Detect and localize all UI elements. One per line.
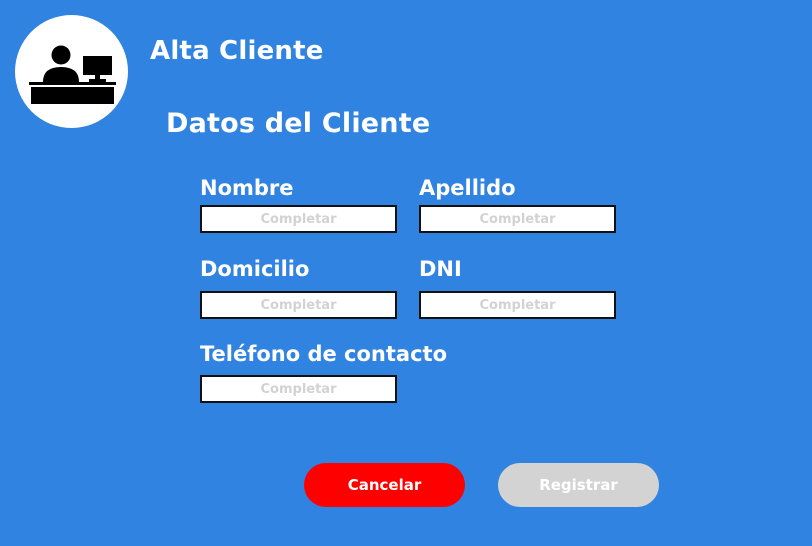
domicilio-label: Domicilio <box>200 257 310 281</box>
telefono-input[interactable] <box>200 375 397 403</box>
apellido-label: Apellido <box>419 176 516 200</box>
nombre-label: Nombre <box>200 176 294 200</box>
logo <box>15 15 128 128</box>
app-title: Alta Cliente <box>150 36 324 66</box>
telefono-label: Teléfono de contacto <box>200 342 448 366</box>
dni-input[interactable] <box>419 291 616 319</box>
apellido-input[interactable] <box>419 205 616 233</box>
nombre-input[interactable] <box>200 205 397 233</box>
customer-service-desk-icon <box>29 45 116 104</box>
register-button[interactable]: Registrar <box>498 463 659 507</box>
cancel-button[interactable]: Cancelar <box>304 463 465 507</box>
alta-cliente-screen: Alta Cliente Datos del Cliente Nombre Ap… <box>0 0 812 546</box>
section-title: Datos del Cliente <box>166 108 431 139</box>
dni-label: DNI <box>419 257 462 281</box>
domicilio-input[interactable] <box>200 291 397 319</box>
